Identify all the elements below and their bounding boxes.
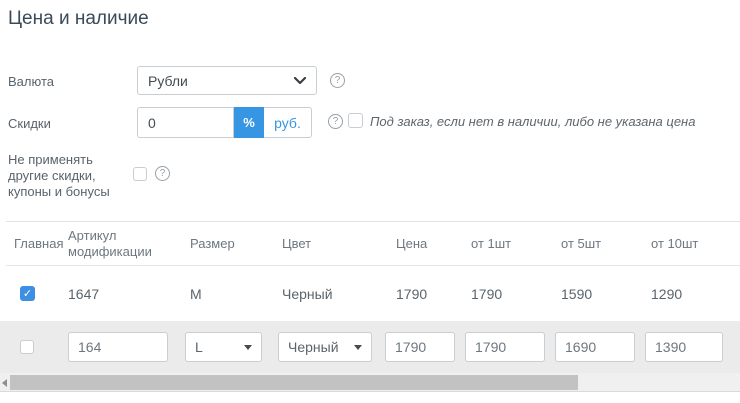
on-order-checkbox[interactable]: [348, 113, 363, 128]
row-from1-input[interactable]: [465, 332, 545, 362]
row-main-checkbox[interactable]: ✓: [20, 286, 35, 301]
column-header-sku: Артикул модификации: [68, 228, 190, 260]
column-header-price: Цена: [380, 236, 465, 251]
column-header-from10: от 10шт: [645, 236, 730, 251]
table-header-row: Главная Артикул модификации Размер Цвет …: [0, 222, 740, 265]
row-price-from10: 1290: [645, 286, 730, 302]
row-color: Черный: [282, 286, 380, 302]
discount-unit-rub-button[interactable]: руб.: [264, 107, 312, 138]
currency-help-icon[interactable]: ?: [330, 73, 345, 88]
on-order-label: Под заказ, если нет в наличии, либо не у…: [370, 114, 695, 129]
scroll-left-arrow-icon[interactable]: [2, 379, 7, 387]
discount-input[interactable]: [137, 107, 234, 138]
currency-label: Валюта: [8, 74, 54, 89]
page-title: Цена и наличие: [8, 8, 149, 30]
row-price: 1790: [380, 286, 465, 302]
discount-control: % руб.: [137, 107, 312, 138]
row-color-select[interactable]: Черный: [278, 332, 372, 362]
dropdown-arrow-icon: [244, 345, 252, 350]
scrollbar-thumb[interactable]: [10, 375, 578, 390]
currency-select-value: Рубли: [148, 73, 188, 89]
discount-help-icon[interactable]: ?: [328, 114, 343, 129]
no-other-discounts-label: Не применять другие скидки, купоны и бон…: [8, 152, 126, 200]
row-sku-input[interactable]: [68, 332, 168, 362]
row-price-input[interactable]: [385, 332, 455, 362]
no-other-discounts-help-icon[interactable]: ?: [155, 166, 170, 181]
no-other-discounts-checkbox[interactable]: [133, 167, 147, 181]
currency-select[interactable]: Рубли: [137, 66, 317, 95]
column-header-from5: от 5шт: [555, 236, 645, 251]
row-price-from5: 1590: [555, 286, 645, 302]
price-availability-panel: Цена и наличие Валюта Рубли ? Скидки % р…: [0, 0, 740, 403]
column-header-color: Цвет: [282, 236, 380, 251]
discount-label: Скидки: [8, 116, 51, 131]
horizontal-scrollbar[interactable]: [0, 373, 740, 392]
column-header-main: Главная: [0, 236, 68, 251]
discount-unit-percent-button[interactable]: %: [234, 107, 264, 138]
column-header-size: Размер: [190, 236, 282, 251]
row-size: M: [190, 286, 282, 302]
row-price-from1: 1790: [465, 286, 555, 302]
table-row-editable: L Черный: [0, 321, 740, 373]
table-row: ✓ 1647 M Черный 1790 1790 1590 1290: [0, 266, 740, 321]
row-sku: 1647: [68, 286, 190, 302]
row-from10-input[interactable]: [645, 332, 723, 362]
chevron-down-icon: [294, 77, 306, 85]
row-size-select[interactable]: L: [185, 332, 262, 362]
column-header-from1: от 1шт: [465, 236, 555, 251]
dropdown-arrow-icon: [354, 345, 362, 350]
row-from5-input[interactable]: [555, 332, 635, 362]
row-main-checkbox[interactable]: [20, 340, 34, 354]
